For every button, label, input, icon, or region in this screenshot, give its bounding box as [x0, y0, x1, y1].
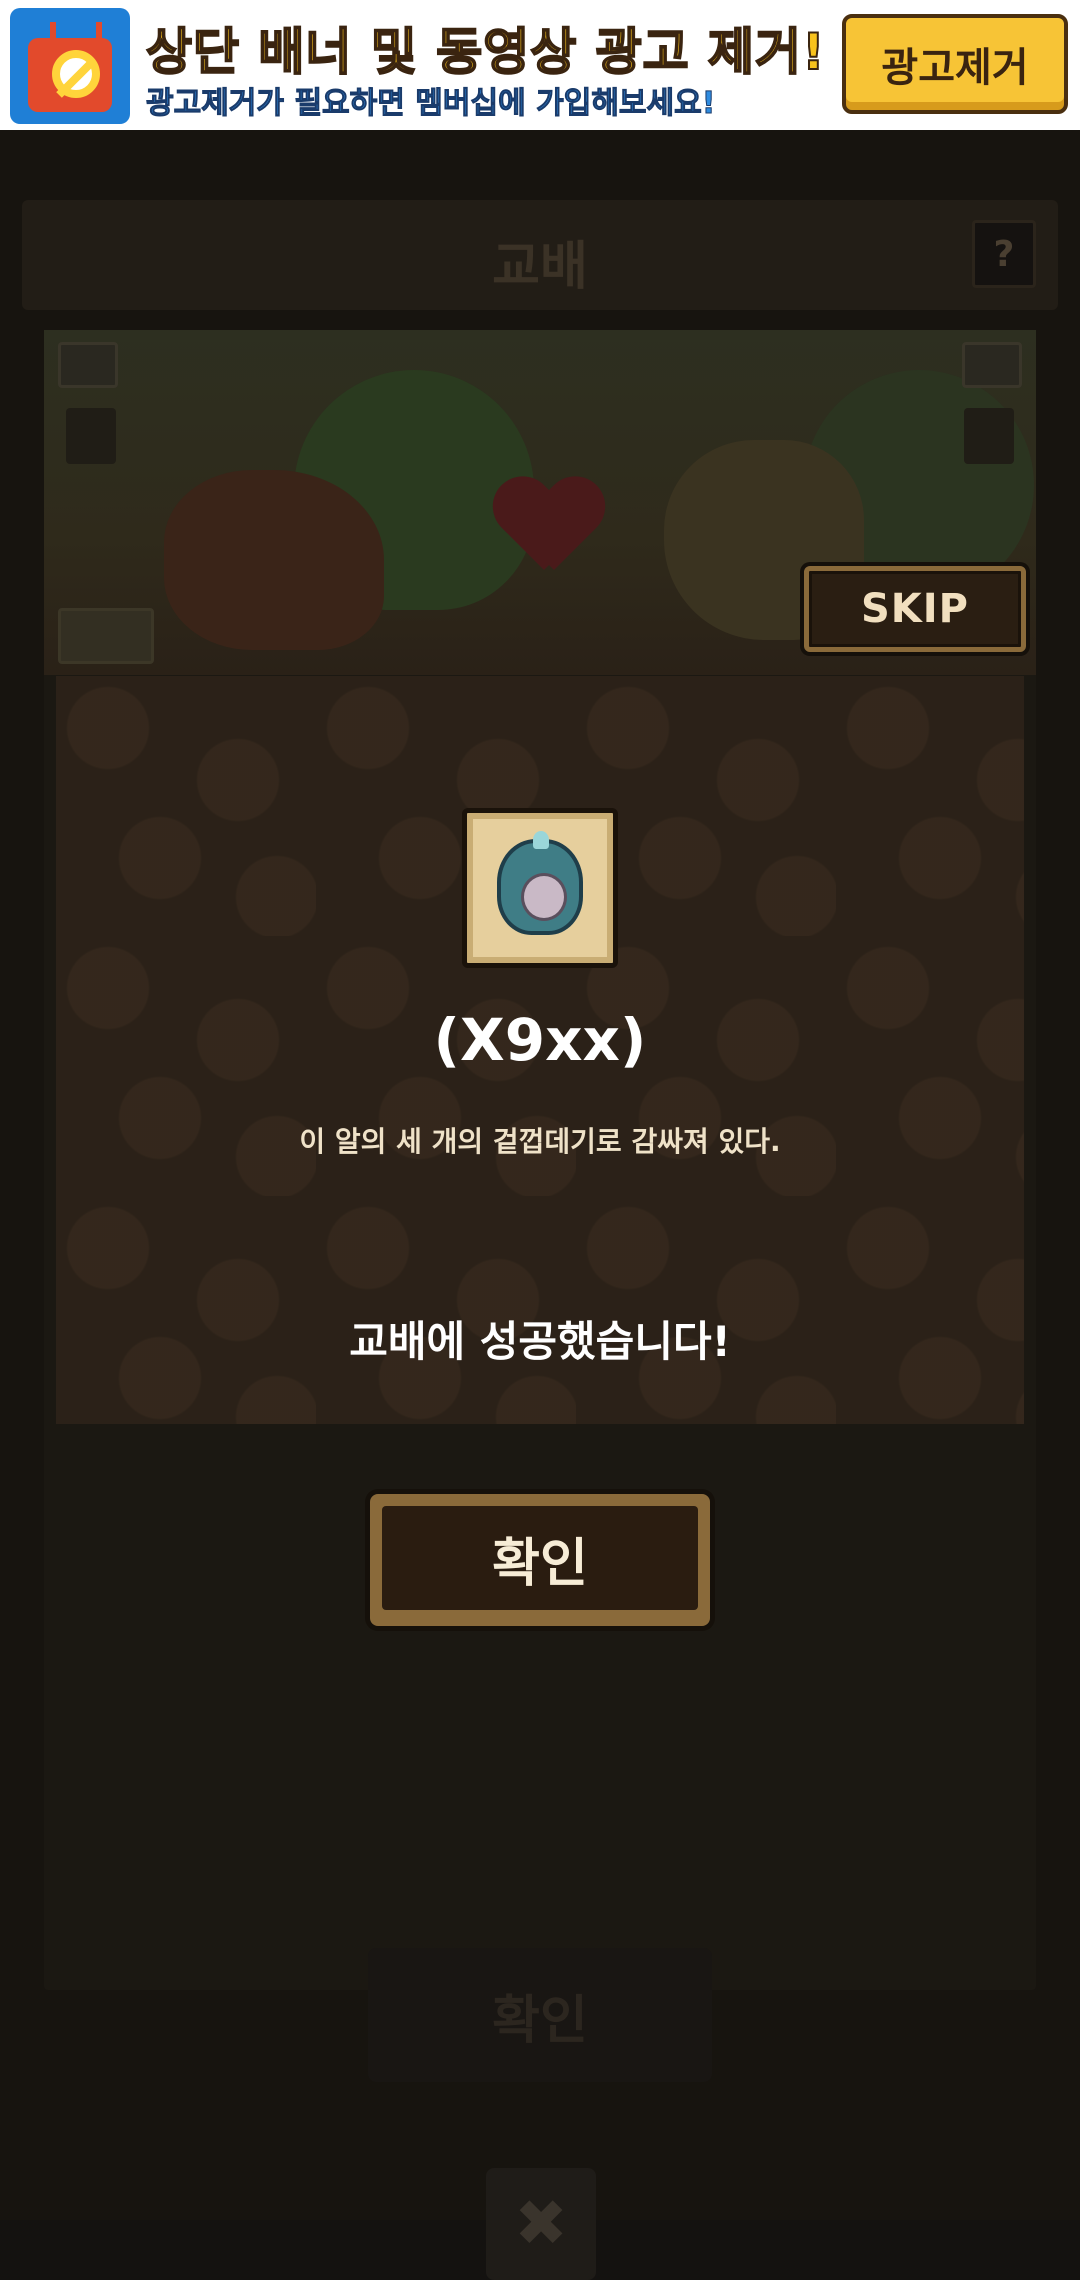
egg-icon [497, 831, 583, 935]
skip-button[interactable]: SKIP [804, 566, 1026, 652]
tv-icon [28, 38, 112, 112]
scene-tag-icon [58, 608, 154, 664]
slot-left-icon[interactable] [66, 408, 116, 464]
remove-ads-button[interactable]: 광고제거 [842, 14, 1068, 114]
background-confirm-button: 확인 [368, 1948, 712, 2082]
confirm-button[interactable]: 확인 [370, 1494, 710, 1626]
heart-icon [494, 480, 604, 580]
ad-no-ads-icon [10, 8, 130, 124]
slot-right-icon[interactable] [964, 408, 1014, 464]
breeding-result-panel: (X9xx) 이 알의 세 개의 겉껍데기로 감싸져 있다. 교배에 성공했습니… [56, 676, 1024, 1424]
prohibit-icon [52, 50, 100, 98]
header-bar: 교배 ? [22, 200, 1058, 310]
confirm-button-label: 확인 [382, 1506, 698, 1610]
close-icon: ✖ [486, 2168, 596, 2280]
ad-title: 상단 배너 및 동영상 광고 제거! [145, 22, 826, 82]
page-title: 교배 [492, 237, 588, 297]
item-description: 이 알의 세 개의 겉껍데기로 감싸져 있다. [299, 1125, 781, 1158]
menu-left-icon[interactable] [58, 342, 118, 388]
dragon-left-graphic [164, 470, 384, 650]
ad-subtitle: 광고제거가 필요하면 멤버십에 가입해보세요! [145, 86, 716, 122]
menu-right-icon[interactable] [962, 342, 1022, 388]
help-button[interactable]: ? [972, 220, 1036, 288]
item-name: (X9xx) [433, 1006, 647, 1074]
ad-banner[interactable]: 상단 배너 및 동영상 광고 제거! 광고제거가 필요하면 멤버십에 가입해보세… [0, 0, 1080, 130]
result-message: 교배에 성공했습니다! [349, 1317, 731, 1366]
item-frame [462, 808, 618, 968]
